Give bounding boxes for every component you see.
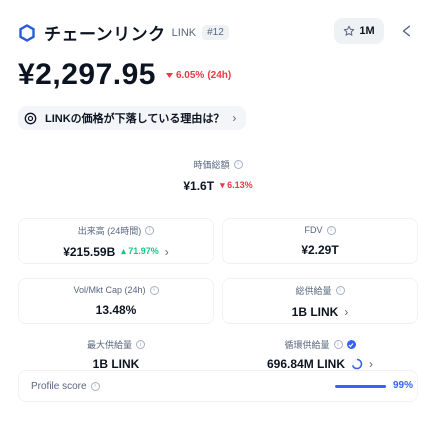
market-cap-label-row: 時価総額 i bbox=[193, 158, 243, 171]
volume-change: ▴ 71.97% bbox=[121, 246, 159, 256]
info-icon[interactable]: i bbox=[326, 225, 336, 235]
chevron-right-icon[interactable]: › bbox=[344, 305, 348, 319]
price-drop-question[interactable]: LINKの価格が下落している理由は？ › bbox=[18, 106, 247, 130]
price-row: ¥2,297.95 6.05% (24h) bbox=[18, 58, 231, 92]
coin-symbol: LINK bbox=[171, 26, 197, 39]
volume-value-row: ¥215.59B ▴ 71.97% › bbox=[63, 245, 169, 259]
share-button[interactable] bbox=[394, 18, 420, 44]
coin-header: チェーンリンク LINK #12 bbox=[18, 20, 229, 45]
current-price: ¥2,297.95 bbox=[18, 58, 156, 91]
profile-score-card[interactable]: Profile score i 99% bbox=[18, 370, 418, 402]
caret-down-icon bbox=[165, 72, 173, 78]
market-cap-value-row: ¥1.6T ▾ 6.13% bbox=[183, 179, 252, 193]
coin-name: チェーンリンク bbox=[44, 25, 166, 44]
market-cap-card: 時価総額 i ¥1.6T ▾ 6.13% bbox=[18, 150, 418, 200]
total-supply-label-row: 総供給量 i bbox=[295, 284, 345, 297]
question-text: LINKの価格が下落している理由は？ bbox=[45, 113, 225, 125]
share-icon bbox=[402, 25, 411, 37]
info-icon[interactable]: i bbox=[145, 225, 155, 235]
fdv-label: FDV bbox=[304, 225, 323, 235]
circulating-supply-card: 循環供給量 i 696.84M LINK › bbox=[222, 338, 418, 371]
max-supply-label-row: 最大供給量 i bbox=[87, 338, 145, 351]
vol-mkt-cap-label-row: Vol/Mkt Cap (24h) i bbox=[73, 285, 159, 295]
info-icon[interactable]: i bbox=[136, 340, 145, 349]
fdv-value: ¥2.29T bbox=[301, 243, 339, 257]
info-icon[interactable]: i bbox=[233, 159, 243, 169]
price-change-percent: 6.05% bbox=[175, 69, 205, 81]
market-cap-value: ¥1.6T bbox=[183, 178, 215, 193]
max-supply-value-row: 1B LINK bbox=[93, 357, 140, 371]
volume-card: 出来高 (24時間) i ¥215.59B ▴ 71.97% › bbox=[18, 218, 214, 264]
info-icon[interactable]: i bbox=[149, 285, 159, 295]
rank-badge: #12 bbox=[202, 25, 229, 40]
supply-progress-ring-icon bbox=[351, 358, 363, 370]
max-supply-card: 最大供給量 i 1B LINK bbox=[18, 338, 214, 371]
verified-check-icon bbox=[346, 340, 356, 349]
profile-score-bar-fill bbox=[335, 385, 387, 388]
volume-label: 出来高 (24時間) bbox=[77, 225, 142, 236]
chevron-right-icon[interactable]: › bbox=[165, 245, 169, 259]
volume-change-percent: 71.97% bbox=[128, 246, 159, 256]
info-icon[interactable]: i bbox=[335, 285, 345, 295]
ai-assistant-icon bbox=[24, 112, 37, 124]
market-cap-change: ▾ 6.13% bbox=[220, 180, 253, 190]
profile-score-value: 99% bbox=[393, 380, 414, 391]
volume-value: ¥215.59B bbox=[63, 244, 116, 259]
total-supply-label: 総供給量 bbox=[295, 285, 332, 296]
watchlist-count: 1M bbox=[359, 25, 375, 37]
vol-mkt-cap-value-row: 13.48% bbox=[96, 303, 137, 317]
circulating-supply-label-row: 循環供給量 i bbox=[284, 338, 356, 351]
vol-mkt-cap-card: Vol/Mkt Cap (24h) i 13.48% bbox=[18, 278, 214, 324]
price-change: 6.05% (24h) bbox=[165, 69, 232, 81]
vol-mkt-cap-value: 13.48% bbox=[95, 303, 137, 317]
circulating-supply-value: 696.84M LINK bbox=[266, 357, 346, 371]
chevron-right-icon[interactable]: › bbox=[369, 357, 373, 371]
star-icon bbox=[344, 25, 355, 36]
max-supply-value: 1B LINK bbox=[92, 357, 140, 371]
total-supply-value: 1B LINK bbox=[291, 304, 339, 319]
fdv-label-row: FDV i bbox=[305, 225, 336, 235]
profile-score-label: Profile score bbox=[31, 380, 87, 392]
total-supply-value-row: 1B LINK › bbox=[292, 305, 349, 319]
watchlist-button[interactable]: 1M bbox=[334, 18, 384, 44]
market-cap-change-percent: 6.13% bbox=[227, 180, 253, 190]
profile-score-bar bbox=[335, 385, 387, 388]
vol-mkt-cap-label: Vol/Mkt Cap (24h) bbox=[73, 285, 146, 295]
circulating-supply-value-row: 696.84M LINK › bbox=[267, 357, 373, 371]
volume-label-row: 出来高 (24時間) i bbox=[78, 224, 155, 237]
chevron-right-icon: › bbox=[232, 111, 237, 125]
price-change-period: (24h) bbox=[207, 69, 232, 81]
fdv-card: FDV i ¥2.29T bbox=[222, 218, 418, 264]
info-icon[interactable]: i bbox=[90, 381, 100, 391]
circulating-supply-label: 循環供給量 bbox=[284, 340, 330, 350]
profile-score-label-row: Profile score i bbox=[31, 381, 100, 392]
market-cap-label: 時価総額 bbox=[193, 159, 230, 170]
total-supply-card: 総供給量 i 1B LINK › bbox=[222, 278, 418, 324]
chainlink-logo-icon bbox=[19, 23, 35, 42]
fdv-value-row: ¥2.29T bbox=[301, 243, 338, 257]
max-supply-label: 最大供給量 bbox=[86, 340, 132, 350]
info-icon[interactable]: i bbox=[333, 340, 343, 349]
